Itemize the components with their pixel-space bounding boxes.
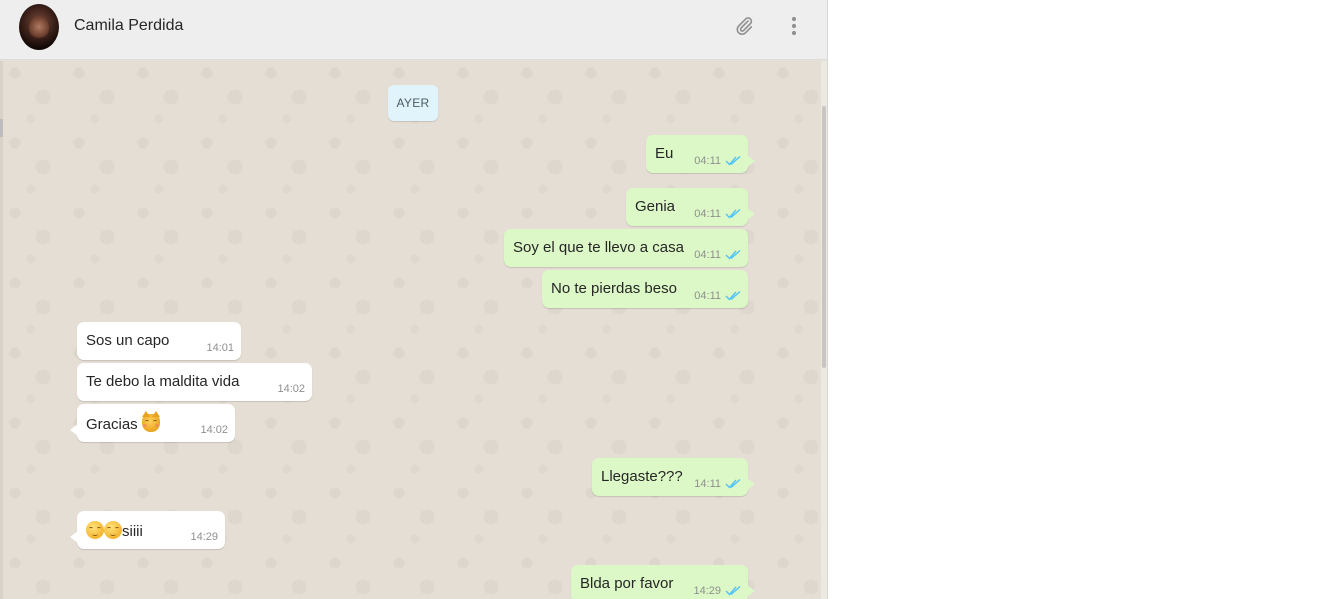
- message-text: Blda por favor: [580, 575, 674, 592]
- chat-header: Camila Perdida: [0, 0, 827, 60]
- message-text: Genia: [635, 198, 676, 215]
- read-ticks-icon: [725, 249, 741, 260]
- message-time: 14:02: [277, 383, 305, 395]
- message-bubble-outgoing[interactable]: No te pierdas beso 04:11: [542, 270, 748, 308]
- message-bubble-incoming[interactable]: Gracias 14:02: [70, 404, 235, 442]
- read-ticks-icon: [725, 585, 741, 596]
- relieved-face-emoji-icon: [104, 521, 122, 539]
- message-bubble-outgoing[interactable]: Soy el que te llevo a casa 04:11: [504, 229, 748, 267]
- message-time: 14:01: [206, 342, 234, 354]
- vertical-dots-menu-icon[interactable]: [782, 14, 806, 38]
- read-ticks-icon: [725, 208, 741, 219]
- message-bubble-outgoing[interactable]: Llegaste??? 14:11: [592, 458, 755, 496]
- read-ticks-icon: [725, 290, 741, 301]
- message-text: Soy el que te llevo a casa: [513, 239, 684, 256]
- scroll-thumb[interactable]: [822, 106, 826, 368]
- message-time: 04:11: [694, 155, 721, 167]
- message-content: siiii: [86, 521, 143, 540]
- message-text: siiii: [122, 523, 143, 540]
- message-bubble-outgoing[interactable]: Genia 04:11: [626, 188, 755, 226]
- message-time: 04:11: [694, 249, 721, 261]
- message-text: Eu: [655, 145, 674, 162]
- message-text: Te debo la maldita vida: [86, 373, 240, 390]
- relieved-face-emoji-icon: [86, 521, 104, 539]
- message-time: 04:11: [694, 290, 721, 302]
- message-bubble-incoming[interactable]: siiii 14:29: [70, 511, 225, 549]
- chat-window: Camila Perdida AYER Eu 04:11 Genia 04:11: [0, 0, 828, 599]
- avatar[interactable]: [19, 4, 59, 50]
- message-text: Gracias: [86, 416, 138, 433]
- message-bubble-incoming[interactable]: Sos un capo 14:01: [77, 322, 241, 360]
- message-bubble-incoming[interactable]: Te debo la maldita vida 14:02: [77, 363, 312, 401]
- message-time: 04:11: [694, 208, 721, 220]
- paperclip-icon[interactable]: [732, 14, 756, 38]
- message-time: 14:29: [693, 585, 721, 597]
- message-bubble-outgoing[interactable]: Blda por favor 14:29: [571, 565, 755, 599]
- message-time: 14:11: [694, 478, 721, 490]
- message-time: 14:02: [200, 424, 228, 436]
- message-text: Llegaste???: [601, 468, 683, 485]
- message-time: 14:29: [190, 531, 218, 543]
- message-text: Sos un capo: [86, 332, 170, 349]
- message-bubble-outgoing[interactable]: Eu 04:11: [646, 135, 755, 173]
- contact-name[interactable]: Camila Perdida: [74, 17, 183, 35]
- read-ticks-icon: [725, 155, 741, 166]
- message-text: No te pierdas beso: [551, 280, 677, 297]
- scrollbar[interactable]: [821, 61, 827, 599]
- message-content: Gracias: [86, 411, 160, 433]
- read-ticks-icon: [725, 478, 741, 489]
- date-divider: AYER: [388, 85, 438, 121]
- kissing-cat-emoji-icon: [141, 411, 160, 432]
